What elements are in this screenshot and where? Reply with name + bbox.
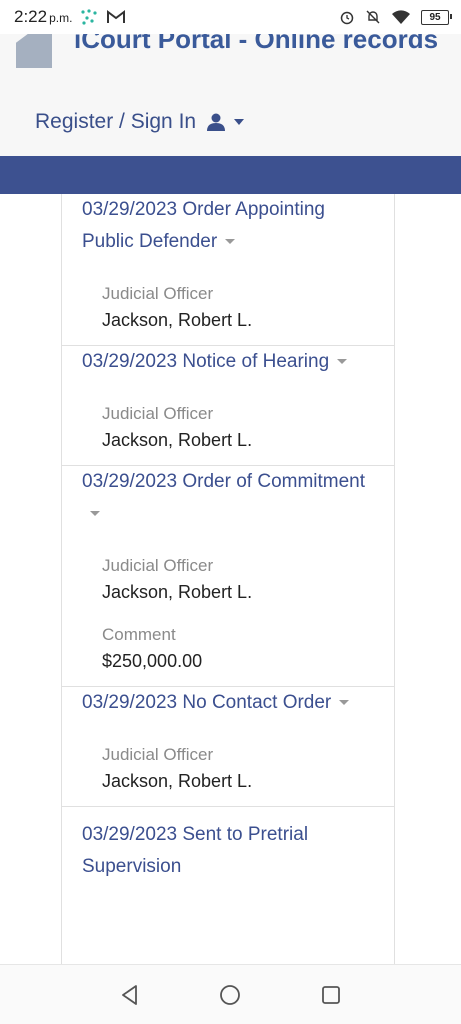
back-triangle-icon[interactable]: [120, 984, 140, 1006]
judicial-officer-label: Judicial Officer: [102, 284, 214, 303]
status-left: 2:22 p.m.: [14, 7, 126, 27]
event-title-link[interactable]: 03/29/2023 Sent to Pretrial Supervision: [82, 807, 374, 883]
battery-indicator: 95: [421, 9, 452, 25]
judicial-officer-value: Jackson, Robert L.: [102, 430, 253, 450]
list-item: 03/29/2023 Sent to Pretrial Supervision: [62, 807, 394, 897]
status-right: 95: [339, 9, 452, 25]
recents-square-icon[interactable]: [321, 985, 341, 1005]
list-item: 03/29/2023 Order Appointing Public Defen…: [62, 194, 394, 346]
comment-label: Comment: [102, 625, 176, 644]
mute-icon: [366, 10, 380, 24]
chevron-down-icon: [234, 119, 245, 125]
list-item: 03/29/2023 Notice of Hearing Judicial Of…: [62, 346, 394, 466]
chevron-down-icon[interactable]: [225, 239, 236, 245]
judicial-officer-value: Jackson, Robert L.: [102, 310, 253, 330]
judicial-officer-label: Judicial Officer: [102, 745, 214, 764]
site-header: iCourt Portal - Online records Register …: [0, 34, 461, 156]
list-item: 03/29/2023 No Contact Order Judicial Off…: [62, 687, 394, 807]
judicial-officer-value: Jackson, Robert L.: [102, 771, 253, 791]
event-title-link[interactable]: 03/29/2023 No Contact Order: [82, 687, 374, 719]
chevron-down-icon[interactable]: [339, 700, 350, 706]
clock: 2:22 p.m.: [14, 7, 73, 26]
judicial-officer-value: Jackson, Robert L.: [102, 582, 253, 602]
case-events-list[interactable]: 03/29/2023 Order Appointing Public Defen…: [61, 194, 395, 964]
chevron-down-icon[interactable]: [337, 359, 348, 365]
logo-row[interactable]: iCourt Portal - Online records: [16, 34, 438, 68]
wifi-icon: [392, 10, 410, 24]
system-nav-bar: [0, 964, 461, 1024]
event-title-link[interactable]: 03/29/2023 Order Appointing Public Defen…: [82, 194, 374, 258]
user-icon: [207, 113, 226, 131]
portal-title[interactable]: iCourt Portal - Online records: [74, 34, 438, 52]
alarm-icon: [340, 11, 354, 25]
list-item: 03/29/2023 Order of Commitment Judicial …: [62, 466, 394, 687]
event-title-link[interactable]: 03/29/2023 Order of Commitment: [82, 466, 374, 530]
judicial-officer-label: Judicial Officer: [102, 404, 214, 423]
comment-value: $250,000.00: [102, 651, 203, 671]
register-signin-menu[interactable]: Register / Sign In: [35, 110, 245, 134]
status-bar: 2:22 p.m. 95: [0, 0, 461, 34]
chevron-down-icon[interactable]: [90, 511, 100, 517]
nav-band: [0, 156, 461, 194]
event-title-link[interactable]: 03/29/2023 Notice of Hearing: [82, 346, 374, 378]
home-circle-icon[interactable]: [219, 984, 241, 1006]
gmail-icon: [107, 10, 126, 23]
signin-label: Register / Sign In: [35, 110, 197, 133]
app-notification-icon: [81, 9, 98, 25]
court-logo-icon[interactable]: [16, 34, 52, 68]
judicial-officer-label: Judicial Officer: [102, 556, 214, 575]
